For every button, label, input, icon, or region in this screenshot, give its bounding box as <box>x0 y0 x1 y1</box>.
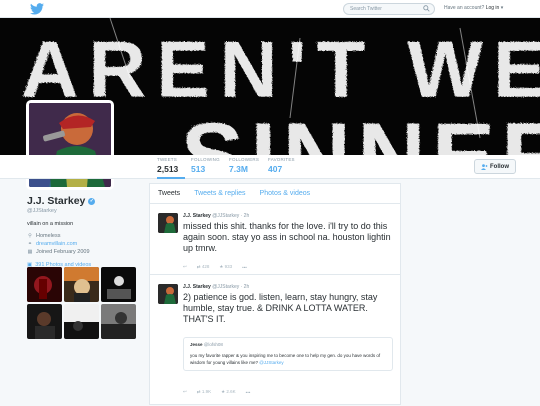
profile-meta: ⚲ Homeless ⚭ dreamvillain.com ▦ Joined Febr… <box>27 232 139 256</box>
tab-photos-videos[interactable]: Photos & videos <box>260 190 311 197</box>
reply-icon[interactable]: ↩ <box>183 264 187 270</box>
search-input[interactable]: Search Twitter <box>343 3 435 15</box>
tweet-author-handle[interactable]: @JJStarkey <box>212 284 239 290</box>
favorite-icon[interactable]: ★ 933 <box>219 264 232 270</box>
retweet-icon[interactable]: ⇄ 1.9K <box>197 389 211 395</box>
follow-person-icon <box>481 163 488 170</box>
chevron-down-icon[interactable]: ▾ <box>501 5 504 11</box>
quoted-tweet-text: you my favorite rapper & you inspiring m… <box>190 353 381 365</box>
tweet-avatar[interactable] <box>158 284 178 304</box>
profile-sidebar: J.J. Starkey ✓ @JJStarkey villain on a m… <box>27 195 139 268</box>
tweet-feed: Tweets Tweets & replies Photos & videos … <box>149 183 401 405</box>
tweet-item[interactable]: J.J. Starkey @JJStarkey · 2h missed this… <box>150 205 400 275</box>
photo-thumbnail[interactable] <box>101 267 136 302</box>
top-bar: Search Twitter Have an account? Log in ▾ <box>0 0 540 18</box>
tweet-time[interactable]: · 2h <box>241 284 250 290</box>
profile-joined: Joined February 2009 <box>36 249 90 255</box>
twitter-bird-icon[interactable] <box>30 3 44 15</box>
more-icon[interactable]: ••• <box>246 390 251 395</box>
tweet-author-name[interactable]: J.J. Starkey <box>183 213 211 219</box>
tweet-header: J.J. Starkey @JJStarkey · 2h <box>183 284 249 290</box>
quoted-mention-link[interactable]: @JJStarkey <box>259 360 283 365</box>
banner-text-line2: SINNERS? <box>180 103 540 155</box>
photo-thumbnail[interactable] <box>27 304 62 339</box>
tweet-item[interactable]: J.J. Starkey @JJStarkey · 2h 2) patience… <box>150 276 400 406</box>
quoted-author-name[interactable]: Jesse <box>190 342 203 347</box>
calendar-icon: ▦ <box>27 249 33 255</box>
tab-tweets[interactable]: Tweets <box>158 190 180 197</box>
follow-button[interactable]: Follow <box>474 159 516 174</box>
tweet-time[interactable]: · 2h <box>241 213 250 219</box>
profile-location: Homeless <box>36 233 61 239</box>
tweet-actions: ↩ ⇄ 428 ★ 933 ••• <box>183 264 247 270</box>
photo-thumbnail[interactable] <box>64 267 99 302</box>
profile-name[interactable]: J.J. Starkey ✓ <box>27 195 139 207</box>
stat-favorites[interactable]: FAVORITES 407 <box>268 157 298 179</box>
retweet-count: 428 <box>201 264 210 269</box>
link-icon: ⚭ <box>27 241 33 247</box>
favorite-count: 2.6K <box>226 389 236 394</box>
photo-thumbnail[interactable] <box>101 304 136 339</box>
tab-tweets-replies[interactable]: Tweets & replies <box>194 190 245 197</box>
tweet-text: missed this shit. thanks for the love. i… <box>183 221 391 253</box>
tweet-author-handle[interactable]: @JJStarkey <box>212 213 239 219</box>
retweet-count: 1.9K <box>201 389 212 394</box>
stat-followers[interactable]: FOLLOWERS 7.3M <box>229 157 259 179</box>
favorite-count: 933 <box>224 264 233 269</box>
tweet-author-name[interactable]: J.J. Starkey <box>183 284 211 290</box>
more-icon[interactable]: ••• <box>242 265 247 270</box>
quoted-tweet[interactable]: Jesse @lofsh08 you my favorite rapper & … <box>183 337 393 371</box>
stat-following[interactable]: FOLLOWING 513 <box>191 157 221 179</box>
profile-handle[interactable]: @JJStarkey <box>27 208 139 214</box>
profile-website-link[interactable]: dreamvillain.com <box>36 240 77 248</box>
feed-tabs: Tweets Tweets & replies Photos & videos <box>150 184 400 204</box>
quoted-author-handle[interactable]: @lofsh08 <box>204 342 223 347</box>
retweet-icon[interactable]: ⇄ 428 <box>197 264 210 270</box>
account-prompt: Have an account? Log in ▾ <box>444 5 504 11</box>
search-placeholder: Search Twitter <box>350 6 382 12</box>
stat-tweets[interactable]: TWEETS 2,513 <box>157 157 185 179</box>
photo-thumbnail[interactable] <box>27 267 62 302</box>
tweet-header: J.J. Starkey @JJStarkey · 2h <box>183 213 249 219</box>
verified-badge-icon: ✓ <box>88 197 96 205</box>
profile-bio: villain on a mission <box>27 221 74 227</box>
location-pin-icon: ⚲ <box>28 233 32 239</box>
tweet-text: 2) patience is god. listen, learn, stay … <box>183 292 378 324</box>
profile-nav: TWEETS 2,513 FOLLOWING 513 FOLLOWERS 7.3… <box>0 155 540 179</box>
photo-thumbnail[interactable] <box>64 304 99 339</box>
reply-icon[interactable]: ↩ <box>183 389 187 395</box>
tweet-actions: ↩ ⇄ 1.9K ★ 2.6K ••• <box>183 389 250 395</box>
tweet-avatar[interactable] <box>158 213 178 233</box>
favorite-icon[interactable]: ★ 2.6K <box>221 389 236 395</box>
search-icon[interactable] <box>423 5 430 12</box>
quoted-tweet-header: Jesse @lofsh08 <box>190 342 386 347</box>
login-link[interactable]: Log in <box>486 5 500 11</box>
